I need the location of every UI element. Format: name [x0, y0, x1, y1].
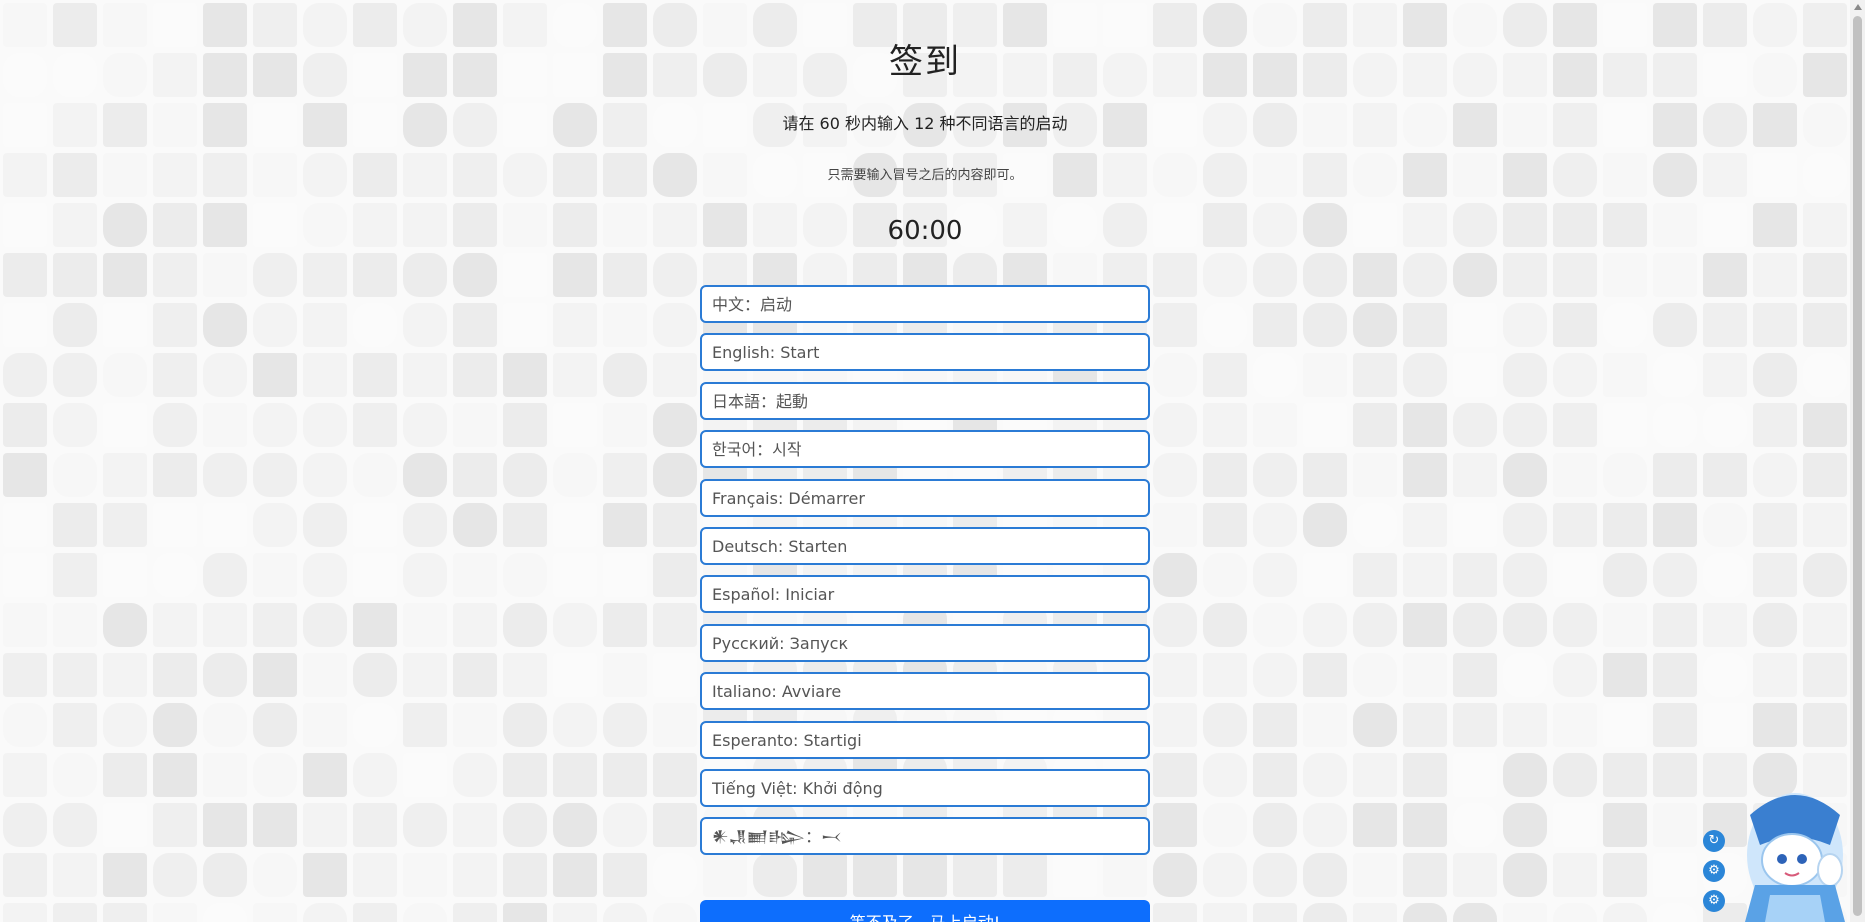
input-english[interactable] — [700, 333, 1150, 371]
refresh-icon[interactable]: ↻ — [1703, 830, 1725, 852]
scroll-thumb[interactable] — [1853, 16, 1862, 916]
countdown-timer: 60:00 — [887, 216, 963, 246]
gear-icon[interactable]: ⚙ — [1703, 890, 1725, 912]
input-chinese[interactable] — [700, 285, 1150, 323]
scroll-up-icon[interactable] — [1854, 4, 1862, 10]
vertical-scrollbar[interactable] — [1850, 0, 1865, 922]
input-esperanto[interactable] — [700, 721, 1150, 759]
checkin-page: 签到 请在 60 秒内输入 12 种不同语言的启动 只需要输入冒号之后的内容即可… — [0, 0, 1850, 922]
note-text: 只需要输入冒号之后的内容即可。 — [827, 168, 1023, 183]
instruction-text: 请在 60 秒内输入 12 种不同语言的启动 — [782, 114, 1068, 133]
input-italian[interactable] — [700, 672, 1150, 710]
input-german[interactable] — [700, 527, 1150, 565]
input-japanese[interactable] — [700, 382, 1150, 420]
input-french[interactable] — [700, 479, 1150, 517]
input-cuneiform[interactable] — [700, 817, 1150, 855]
page-title: 签到 — [889, 42, 961, 82]
input-spanish[interactable] — [700, 575, 1150, 613]
input-vietnamese[interactable] — [700, 769, 1150, 807]
settings-icon[interactable]: ⚙ — [1703, 860, 1725, 882]
input-korean[interactable] — [700, 430, 1150, 468]
input-russian[interactable] — [700, 624, 1150, 662]
submit-button[interactable]: 等不及了，马上启动! — [700, 900, 1150, 922]
